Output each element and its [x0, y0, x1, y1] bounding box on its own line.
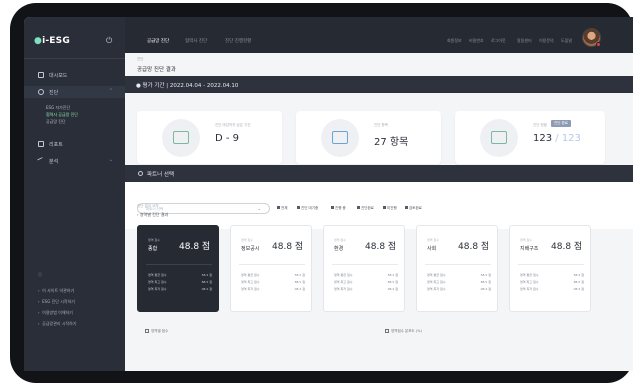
kpi-card-status: 진단 현황 진단 완료 123 / 123 — [455, 111, 605, 164]
link-profile[interactable]: 회원정보 — [447, 38, 462, 44]
check-circle-icon — [38, 89, 44, 95]
page-title: 공급망 진단 결과 — [137, 67, 176, 73]
area-card-total[interactable]: 영역 점수 종합 48.8 점 영역 평균 점수 58.2 점 영역 최고 점수 8… — [137, 225, 219, 312]
chevron-up-icon: ⌃ — [108, 88, 113, 94]
partner-bar: 파트너 선택 — [125, 165, 633, 182]
sidebar-link[interactable]: › 공급망관리 시작하기 — [38, 321, 77, 327]
link-logout[interactable]: 로그아웃 — [491, 38, 506, 44]
tab-partner[interactable]: 협력사 진단 — [185, 38, 207, 44]
sidebar-subitem[interactable]: ESG 자가진단 — [46, 105, 70, 111]
notification-dot — [596, 42, 601, 47]
link-password[interactable]: 비밀번호 — [469, 38, 484, 44]
top-bar: 공급망 진단 협력사 진단 진단 진행현황 회원정보 비밀번호 로그아웃 알림센… — [125, 17, 633, 53]
sidebar: ●i-ESG ⏻ 대시보드 진단 ⌃ ESG 자가진단 협력사 공급망 진단 공… — [24, 17, 125, 371]
section-score-distribution: 영역점수 분포도 (%) — [385, 329, 422, 334]
chevron-down-icon: ⌄ — [108, 157, 113, 163]
sidebar-subitem[interactable]: 공급망 진단 — [46, 119, 66, 125]
sidebar-link[interactable]: › 이 사이트 약관하기 — [38, 288, 74, 294]
sidebar-link[interactable]: › 이용방법 이해하기 — [38, 310, 73, 316]
area-score: 48.8 점 — [272, 242, 304, 252]
kpi-value: D - 9 — [215, 133, 240, 144]
area-score: 48.8 점 — [458, 242, 490, 252]
area-card-environment[interactable]: 영역 점수 환경 48.8 점 영역 평균 점수 58.2 점 영역 최고 점수 8… — [323, 225, 405, 312]
filter-chip[interactable]: 검토완료 — [405, 206, 422, 211]
area-card-governance[interactable]: 영역 점수 지배구조 48.8 점 영역 평균 점수 58.2 점 영역 최고 점… — [509, 225, 591, 312]
pie-chart-icon — [385, 329, 389, 333]
kpi-card-items: 진단 항목 27 항목 — [296, 111, 441, 164]
report-icon — [491, 131, 507, 144]
section-area-scores: 영역별 점수 — [145, 329, 168, 334]
area-score: 48.8 점 — [551, 242, 583, 252]
sidebar-item-dashboard[interactable]: 대시보드 — [24, 69, 125, 81]
kpi-value: 27 항목 — [374, 137, 409, 148]
document-icon — [38, 141, 44, 147]
sidebar-item-analysis[interactable]: 분석 ⌄ — [24, 155, 125, 167]
period-label: ● 평가 기간 | 2022.04.04 - 2022.04.10 — [136, 83, 239, 89]
sidebar-link[interactable]: › ESG 진단 시작하기 — [38, 299, 75, 305]
power-icon[interactable]: ⏻ — [106, 36, 112, 46]
tab-progress[interactable]: 진단 진행현황 — [225, 38, 251, 44]
filter-chip[interactable]: 진단완료 — [357, 206, 374, 211]
leaf-icon: ● — [34, 36, 43, 46]
trend-icon — [37, 157, 45, 165]
calendar-icon — [173, 131, 189, 144]
link-notifications[interactable]: 알림센터 — [517, 38, 532, 44]
area-score: 48.8 점 — [179, 242, 211, 252]
main-content: 진단 공급망 진단 결과 ● 평가 기간 | 2022.04.04 - 2022… — [125, 53, 633, 371]
breadcrumb: 진단 — [137, 57, 144, 61]
filter-chip[interactable]: 진단 대기중 — [297, 206, 318, 211]
kpi-value: 123 / 123 — [533, 133, 581, 144]
filter-chip[interactable]: 진행 중 — [331, 206, 346, 211]
bar-chart-icon — [145, 329, 149, 333]
period-bar: ● 평가 기간 | 2022.04.04 - 2022.04.10 — [125, 76, 633, 93]
filter-chip[interactable]: 미진행 — [383, 206, 397, 211]
sidebar-item-report[interactable]: 리포트 — [24, 138, 125, 150]
kpi-card-deadline: 진단 마감까지 남은 기간 D - 9 — [137, 111, 282, 164]
status-badge: 진단 완료 — [551, 120, 571, 127]
divider — [24, 58, 125, 59]
area-score: 48.8 점 — [365, 242, 397, 252]
grid-icon — [38, 72, 44, 78]
chart-icon — [332, 131, 348, 144]
section-title: › 영역별 진단 결과 — [137, 212, 169, 217]
partner-icon — [138, 171, 143, 176]
link-inquiry[interactable]: 이용문의 — [539, 38, 554, 44]
link-help[interactable]: 도움말 — [561, 38, 572, 44]
app-screen: ●i-ESG ⏻ 대시보드 진단 ⌃ ESG 자가진단 협력사 공급망 진단 공… — [24, 17, 633, 371]
info-icon: ⓘ — [38, 272, 42, 277]
section-caption: 진단 결과 요약 — [137, 204, 159, 208]
filter-chip[interactable]: 전체 — [277, 206, 287, 211]
chevron-down-icon: ⌄ — [257, 206, 261, 211]
tab-supply-chain[interactable]: 공급망 진단 — [147, 38, 169, 44]
sidebar-item-diagnosis[interactable]: 진단 ⌃ — [24, 86, 125, 98]
sidebar-subitem-active[interactable]: 협력사 공급망 진단 — [46, 112, 78, 118]
brand-logo[interactable]: ●i-ESG — [34, 36, 70, 46]
area-card-disclosure[interactable]: 영역 점수 정보공시 48.8 점 영역 평균 점수 58.2 점 영역 최고 점… — [230, 225, 312, 312]
area-card-social[interactable]: 영역 점수 사회 48.8 점 영역 평균 점수 58.2 점 영역 최고 점수 8… — [416, 225, 498, 312]
